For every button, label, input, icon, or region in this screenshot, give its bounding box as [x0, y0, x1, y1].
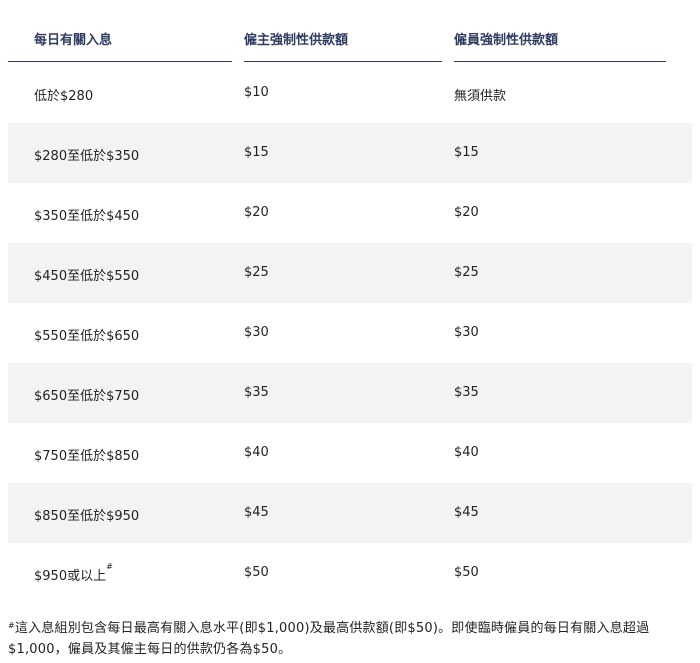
employee-cell: $50: [454, 565, 479, 580]
employer-cell: $10: [244, 85, 269, 100]
footnote-text-1: 這入息組別包含每日最高有關入息水平(即$1,000)及最高供款額(即$50)。即…: [14, 621, 650, 636]
footnote-line-1: #這入息組別包含每日最高有關入息水平(即$1,000)及最高供款額(即$50)。…: [8, 618, 696, 639]
employee-cell: $35: [454, 385, 479, 400]
employee-cell: $25: [454, 265, 479, 280]
employee-cell: $15: [454, 145, 479, 160]
header-daily-income: 每日有關入息: [8, 8, 232, 62]
income-cell: $650至低於$750: [34, 389, 140, 404]
income-cell: $950或以上#: [34, 562, 113, 584]
employer-cell: $25: [244, 265, 269, 280]
employer-cell: $20: [244, 205, 269, 220]
header-employee-contribution-label: 僱員強制性供款額: [454, 33, 559, 48]
table-row: $850至低於$950 $45 $45: [8, 483, 692, 543]
income-cell: $350至低於$450: [34, 209, 140, 224]
header-daily-income-label: 每日有關入息: [34, 33, 113, 48]
employee-cell: $20: [454, 205, 479, 220]
table-row: $350至低於$450 $20 $20: [8, 183, 692, 243]
footnote-marker: #: [8, 621, 15, 630]
employer-cell: $50: [244, 565, 269, 580]
employee-cell: $45: [454, 505, 479, 520]
table-row: $450至低於$550 $25 $25: [8, 243, 692, 303]
table-row: $280至低於$350 $15 $15: [8, 123, 692, 183]
table-row: 低於$280 $10 無須供款: [8, 63, 692, 123]
income-cell: $750至低於$850: [34, 449, 140, 464]
footnote-marker: #: [106, 562, 113, 571]
income-cell: 低於$280: [34, 89, 94, 104]
table-row: $950或以上# $50 $50: [8, 543, 692, 596]
employee-cell: 無須供款: [454, 89, 507, 104]
income-cell: $450至低於$550: [34, 269, 140, 284]
employer-cell: $40: [244, 445, 269, 460]
header-employer-contribution-label: 僱主強制性供款額: [244, 33, 349, 48]
table-header: 每日有關入息 僱主強制性供款額 僱員強制性供款額: [8, 8, 692, 63]
table-row: $650至低於$750 $35 $35: [8, 363, 692, 423]
header-employer-contribution: 僱主強制性供款額: [244, 8, 442, 62]
header-employee-contribution: 僱員強制性供款額: [454, 8, 666, 62]
employer-cell: $30: [244, 325, 269, 340]
employer-cell: $15: [244, 145, 269, 160]
table-row: $550至低於$650 $30 $30: [8, 303, 692, 363]
income-cell-text: $950或以上: [34, 569, 107, 584]
footnote-line-2: $1,000，僱員及其僱主每日的供款仍各為$50。: [8, 642, 292, 657]
employee-cell: $40: [454, 445, 479, 460]
footnote: #這入息組別包含每日最高有關入息水平(即$1,000)及最高供款額(即$50)。…: [8, 618, 696, 660]
income-cell: $550至低於$650: [34, 329, 140, 344]
table-row: $750至低於$850 $40 $40: [8, 423, 692, 483]
employer-cell: $35: [244, 385, 269, 400]
income-cell: $280至低於$350: [34, 149, 140, 164]
employee-cell: $30: [454, 325, 479, 340]
employer-cell: $45: [244, 505, 269, 520]
income-cell: $850至低於$950: [34, 509, 140, 524]
contribution-table: 每日有關入息 僱主強制性供款額 僱員強制性供款額 低於$280 $10 無須供款…: [8, 8, 692, 596]
